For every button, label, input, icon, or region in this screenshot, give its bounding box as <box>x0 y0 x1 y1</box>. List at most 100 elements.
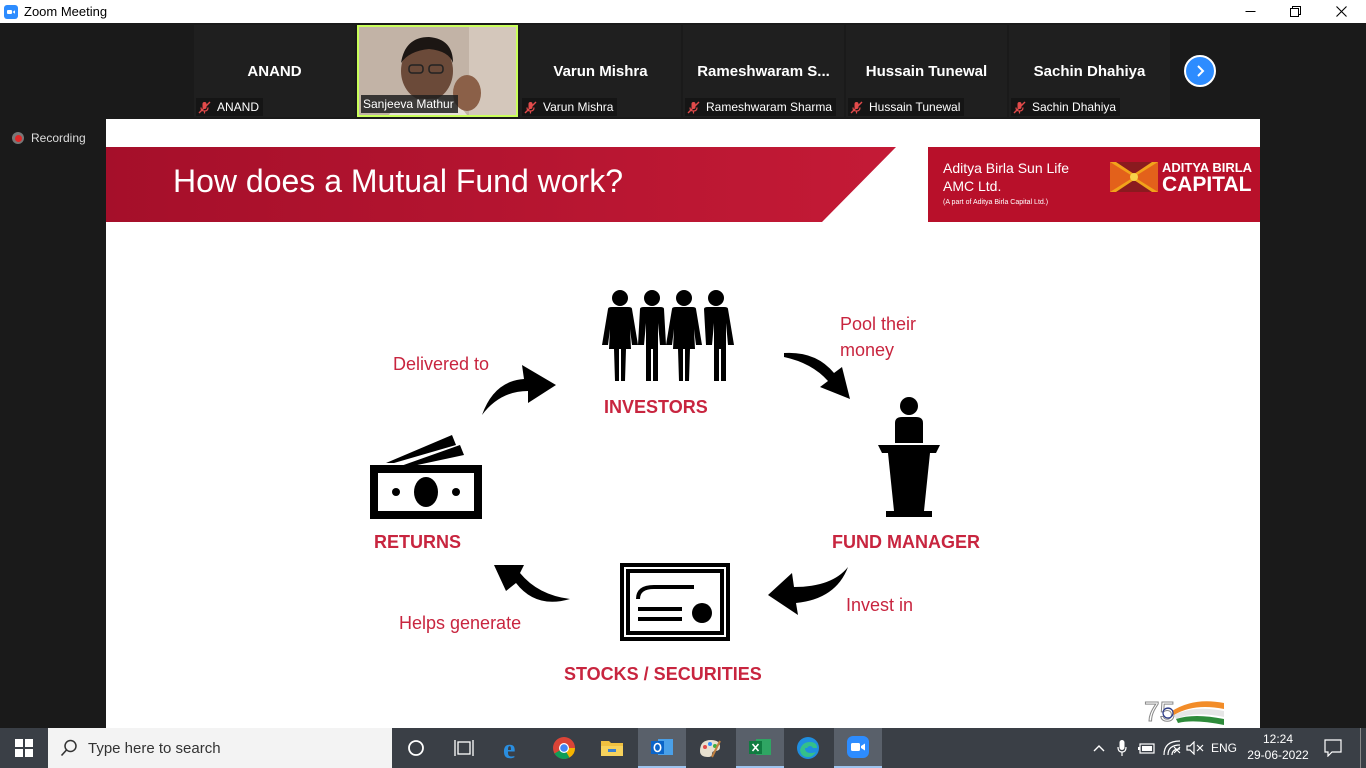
notification-icon <box>1324 739 1342 757</box>
outlook-icon <box>651 739 673 755</box>
participant-tile[interactable]: Rameshwaram S... Rameshwaram Sharma <box>683 25 844 117</box>
file-explorer-icon <box>601 741 623 756</box>
chrome-icon <box>553 737 575 759</box>
participant-name: Sachin Dhahiya <box>1033 63 1146 80</box>
volume-tray-button[interactable] <box>1184 728 1206 768</box>
battery-tray-button[interactable] <box>1136 728 1158 768</box>
participant-label-text: Sachin Dhahiya <box>1032 100 1117 114</box>
muted-mic-icon <box>524 101 537 113</box>
window-title: Zoom Meeting <box>24 4 108 19</box>
participant-label: Sachin Dhahiya <box>1011 98 1121 116</box>
edge-button[interactable] <box>784 728 832 768</box>
arrow-to-investors-icon <box>482 365 556 415</box>
participant-video-tile[interactable]: Sanjeeva Mathur <box>357 25 518 117</box>
chevron-right-icon <box>1197 65 1205 77</box>
participant-name: ANAND <box>247 63 302 80</box>
participant-name: Rameshwaram S... <box>697 63 830 80</box>
recording-label: Recording <box>31 131 86 145</box>
windows-logo-icon <box>15 739 33 757</box>
investors-icon <box>602 290 734 381</box>
zoom-taskbar-button[interactable] <box>834 728 882 768</box>
svg-text:e: e <box>503 735 515 761</box>
participant-tile[interactable]: Hussain Tunewal Hussain Tunewal <box>846 25 1007 117</box>
window-titlebar: Zoom Meeting <box>0 0 1366 23</box>
fund-manager-icon <box>878 397 940 517</box>
muted-mic-icon <box>198 101 211 113</box>
logo-company-note: (A part of Aditya Birla Capital Ltd.) <box>943 199 1049 206</box>
search-placeholder: Type here to search <box>88 739 221 757</box>
chevron-up-icon <box>1093 745 1105 752</box>
participant-gallery: ANAND ANAND Sanjeeva Mathur Varun Mishra… <box>194 25 1172 117</box>
start-button[interactable] <box>0 728 48 768</box>
search-icon <box>60 739 77 757</box>
aditya-birla-logo-icon <box>1110 162 1158 192</box>
delivered-to-label: Delivered to <box>393 354 490 374</box>
arrow-to-returns-icon <box>494 565 570 602</box>
participant-label-text: Hussain Tunewal <box>869 100 961 114</box>
taskbar-search-box[interactable]: Type here to search <box>48 728 392 768</box>
paint-icon <box>700 740 721 758</box>
participant-label: ANAND <box>196 98 264 116</box>
muted-mic-icon <box>687 101 700 113</box>
clock-date: 29-06-2022 <box>1247 748 1309 762</box>
edge-legacy-button[interactable]: e <box>490 728 538 768</box>
network-tray-button[interactable] <box>1160 728 1184 768</box>
show-hidden-icons-button[interactable] <box>1088 728 1110 768</box>
action-center-button[interactable] <box>1318 728 1348 768</box>
participant-label-text: Sanjeeva Mathur <box>363 97 454 111</box>
paint-button[interactable] <box>686 728 734 768</box>
arrow-to-stocks-icon <box>768 567 848 615</box>
excel-icon <box>749 739 771 755</box>
close-button[interactable] <box>1318 0 1364 23</box>
participant-name: Hussain Tunewal <box>865 63 988 80</box>
chrome-button[interactable] <box>540 728 588 768</box>
task-view-icon <box>454 740 474 756</box>
azadi-75-emblem-icon: 75 <box>1144 696 1224 728</box>
participant-name: Varun Mishra <box>553 63 648 80</box>
participant-label: Hussain Tunewal <box>848 98 965 116</box>
investors-label: INVESTORS <box>604 397 708 417</box>
volume-muted-icon <box>1186 741 1204 755</box>
participant-label-text: ANAND <box>217 100 260 114</box>
participant-tile[interactable]: Sachin Dhahiya Sachin Dhahiya <box>1009 25 1170 117</box>
invest-in-label: Invest in <box>846 595 914 615</box>
helps-generate-label: Helps generate <box>399 613 522 633</box>
outlook-button[interactable] <box>638 728 686 768</box>
windows-taskbar: Type here to search e ENG 12:24 29-06-20… <box>0 728 1366 768</box>
task-view-button[interactable] <box>440 728 488 768</box>
participant-label-text: Varun Mishra <box>543 100 614 114</box>
file-explorer-button[interactable] <box>588 728 636 768</box>
participant-tile[interactable]: ANAND ANAND <box>194 25 355 117</box>
edge-legacy-icon: e <box>503 735 515 761</box>
clock-time: 12:24 <box>1262 732 1294 746</box>
logo-brand-line2: CAPITAL <box>1162 173 1252 196</box>
restore-button[interactable] <box>1272 0 1318 23</box>
cortana-button[interactable] <box>392 728 440 768</box>
participant-label: Rameshwaram Sharma <box>685 98 837 116</box>
minimize-button[interactable] <box>1227 0 1273 23</box>
microphone-tray-button[interactable] <box>1112 728 1132 768</box>
participant-label-text: Rameshwaram Sharma <box>706 100 833 114</box>
participant-label: Varun Mishra <box>522 98 618 116</box>
zoom-app-icon <box>4 4 18 19</box>
shared-slide: How does a Mutual Fund work? Aditya Birl… <box>106 119 1260 728</box>
logo-company-text: Aditya Birla Sun Life AMC Ltd. <box>943 160 1070 194</box>
slide-title: How does a Mutual Fund work? <box>173 163 623 199</box>
meeting-area: ANAND ANAND Sanjeeva Mathur Varun Mishra… <box>0 23 1366 728</box>
show-desktop-button[interactable] <box>1360 728 1366 768</box>
stock-certificate-icon <box>620 563 730 641</box>
edge-icon <box>797 737 819 759</box>
svg-text:75: 75 <box>1144 696 1175 727</box>
cash-returns-icon <box>370 435 482 519</box>
recording-indicator[interactable]: Recording <box>12 131 86 145</box>
excel-button[interactable] <box>736 728 784 768</box>
wifi-icon <box>1163 740 1181 756</box>
microphone-icon <box>1117 740 1127 756</box>
taskbar-clock[interactable]: 12:24 29-06-2022 <box>1244 731 1312 763</box>
participant-label: Sanjeeva Mathur <box>361 95 458 113</box>
muted-mic-icon <box>850 101 863 113</box>
gallery-next-button[interactable] <box>1184 55 1216 87</box>
language-indicator[interactable]: ENG <box>1206 728 1242 768</box>
arrow-to-fund-manager-icon <box>784 352 850 399</box>
participant-tile[interactable]: Varun Mishra Varun Mishra <box>520 25 681 117</box>
